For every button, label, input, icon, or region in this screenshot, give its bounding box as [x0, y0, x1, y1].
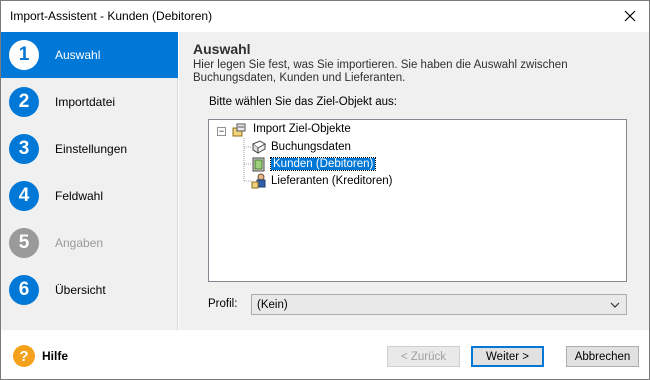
- import-wizard-window: Import-Assistent - Kunden (Debitoren) 1 …: [0, 0, 650, 380]
- tree-node-lieferanten[interactable]: Lieferanten (Kreditoren): [251, 173, 392, 189]
- profil-label: Profil:: [208, 298, 238, 310]
- chevron-down-icon: [610, 302, 620, 308]
- wizard-steps-sidebar: 1 Auswahl 2 Importdatei 3 Einstellungen …: [1, 32, 178, 330]
- step-importdatei[interactable]: 2 Importdatei: [1, 79, 178, 125]
- tree-node-label: Buchungsdaten: [271, 141, 351, 153]
- supplier-person-icon: [251, 173, 267, 189]
- target-prompt-label: Bitte wählen Sie das Ziel-Objekt aus:: [209, 96, 397, 108]
- customer-card-icon: [251, 156, 267, 172]
- page-description: Hier legen Sie fest, was Sie importieren…: [193, 59, 568, 84]
- window-title: Import-Assistent - Kunden (Debitoren): [10, 9, 213, 23]
- collapse-toggle[interactable]: −: [217, 127, 226, 136]
- folder-boxes-icon: [231, 122, 247, 138]
- step-number-badge: 3: [9, 134, 39, 164]
- main-panel: Auswahl Hier legen Sie fest, was Sie imp…: [179, 32, 649, 330]
- step-label: Importdatei: [55, 95, 116, 109]
- step-number-badge: 2: [9, 87, 39, 117]
- step-label: Feldwahl: [55, 189, 104, 203]
- step-number-badge: 4: [9, 181, 39, 211]
- step-label: Angaben: [55, 236, 104, 250]
- tree-node-label: Import Ziel-Objekte: [253, 123, 351, 135]
- help-button[interactable]: ? Hilfe: [13, 345, 68, 367]
- step-number-badge: 6: [9, 275, 39, 305]
- cancel-button[interactable]: Abbrechen: [566, 346, 639, 367]
- step-label: Einstellungen: [55, 142, 128, 156]
- help-label: Hilfe: [42, 349, 69, 363]
- step-number-badge: 1: [9, 40, 39, 70]
- book-icon: [251, 139, 267, 155]
- step-angaben: 5 Angaben: [1, 220, 178, 266]
- step-label: Auswahl: [55, 48, 101, 62]
- profil-dropdown[interactable]: (Kein): [251, 294, 627, 315]
- tree-node-label: Kunden (Debitoren): [269, 157, 377, 171]
- close-icon: [624, 10, 636, 22]
- back-button[interactable]: < Zurück: [387, 346, 460, 367]
- tree-node-label: Lieferanten (Kreditoren): [271, 175, 393, 187]
- tree-node-buchungsdaten[interactable]: Buchungsdaten: [251, 139, 351, 155]
- help-icon: ?: [13, 345, 35, 367]
- step-label: Übersicht: [55, 283, 106, 297]
- wizard-footer: ? Hilfe < Zurück Weiter > Abbrechen: [1, 330, 649, 379]
- step-feldwahl[interactable]: 4 Feldwahl: [1, 173, 178, 219]
- title-bar: Import-Assistent - Kunden (Debitoren): [1, 1, 649, 32]
- tree-node-kunden[interactable]: Kunden (Debitoren): [251, 156, 377, 172]
- target-object-tree[interactable]: − Import Ziel-Objekte Buchungsdaten Kund…: [208, 119, 627, 282]
- next-button[interactable]: Weiter >: [471, 346, 544, 367]
- step-einstellungen[interactable]: 3 Einstellungen: [1, 126, 178, 172]
- profil-selected-value: (Kein): [257, 298, 288, 311]
- page-title: Auswahl: [193, 41, 251, 57]
- close-button[interactable]: [611, 1, 649, 31]
- step-uebersicht[interactable]: 6 Übersicht: [1, 267, 178, 313]
- step-number-badge: 5: [9, 228, 39, 258]
- step-auswahl[interactable]: 1 Auswahl: [1, 32, 178, 78]
